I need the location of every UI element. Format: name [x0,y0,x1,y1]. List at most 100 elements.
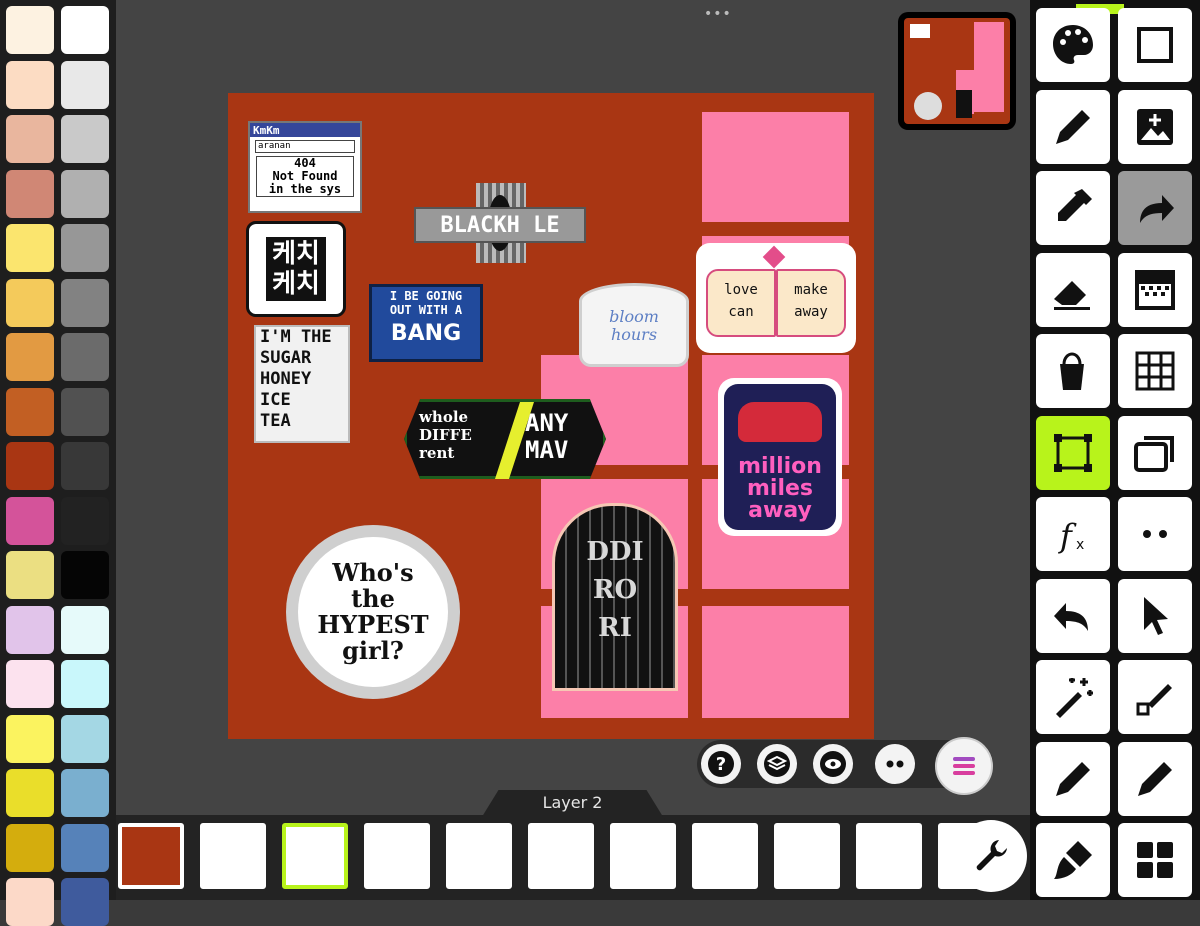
color-swatch[interactable] [61,115,109,163]
layer-thumbnail[interactable] [282,823,348,889]
color-swatch[interactable] [61,387,109,436]
color-swatch[interactable] [6,496,54,545]
color-swatch[interactable] [6,333,54,381]
color-swatch[interactable] [61,6,109,54]
color-swatch[interactable] [61,769,109,817]
color-swatch[interactable] [6,224,54,272]
color-swatch[interactable] [6,442,54,490]
visibility-button[interactable] [813,744,853,784]
svg-text:x: x [1076,537,1084,553]
color-swatch[interactable] [6,60,54,109]
color-swatch[interactable] [6,605,54,654]
rectangle-select-tool[interactable] [1118,8,1192,82]
bloom-text: bloom hours [609,307,659,344]
quick-actions-bar: ? [697,737,993,795]
color-swatch[interactable] [61,224,109,272]
layer-thumbnail[interactable] [610,823,676,889]
color-swatch[interactable] [61,333,109,381]
bucket-tool[interactable] [1036,334,1110,408]
color-swatch[interactable] [61,278,109,327]
color-swatch[interactable] [61,660,109,708]
car-icon [738,402,822,442]
undo-tool[interactable] [1036,578,1110,653]
color-swatch[interactable] [6,660,54,708]
color-swatch[interactable] [6,387,54,436]
color-swatch[interactable] [61,714,109,763]
more-tool[interactable] [1118,497,1192,571]
redo-tool[interactable] [1118,171,1192,245]
dither-tool[interactable] [1118,252,1192,327]
layer-thumbnail[interactable] [364,823,430,889]
window-message: 404 Not Found in the sys [256,156,354,197]
brush-icon [1054,841,1092,879]
add-image-icon [1137,108,1173,145]
pink-block [702,606,849,718]
help-button[interactable]: ? [701,744,741,784]
dither-icon [1135,269,1175,310]
eyedropper-tool[interactable] [1036,171,1110,245]
drawing-canvas[interactable]: KmKm aranan 404 Not Found in the sys 케치 … [228,93,874,739]
menu-button[interactable] [935,737,993,795]
tiles-tool[interactable] [1118,823,1192,897]
million-text: million miles away [738,454,822,523]
bloom-hours-sticker: bloom hours [579,283,689,367]
pen-alt-tool[interactable] [1118,741,1192,816]
undo-icon [1054,602,1088,631]
color-swatch[interactable] [6,714,54,763]
color-swatch[interactable] [61,169,109,218]
canvas-minimap[interactable] [898,12,1016,130]
color-swatch[interactable] [61,551,109,599]
color-swatch[interactable] [6,551,54,599]
layers-stack-icon [1134,435,1174,472]
transform-tool[interactable] [1036,415,1110,490]
more-button[interactable] [875,744,915,784]
layers-stack-tool[interactable] [1118,415,1192,490]
layers-button[interactable] [757,744,797,784]
pencil-icon [1056,109,1090,144]
color-swatch[interactable] [6,823,54,872]
color-swatch[interactable] [6,278,54,327]
million-miles-sticker: million miles away [718,378,842,536]
layer-thumbnail[interactable] [118,823,184,889]
color-swatch[interactable] [6,6,54,54]
layer-thumbnail[interactable] [528,823,594,889]
pointer-tool[interactable] [1118,578,1192,653]
color-swatch[interactable] [61,442,109,490]
blackhole-sticker: BLACKH LE [414,183,586,263]
palette-tool[interactable] [1036,8,1110,82]
color-palette [0,0,116,926]
eyedropper-icon [1058,189,1092,221]
color-swatch[interactable] [61,878,109,926]
line-icon [1136,684,1172,716]
transform-icon [1054,433,1092,472]
more-icon [886,760,904,768]
add-image-tool[interactable] [1118,89,1192,164]
color-swatch[interactable] [61,605,109,654]
color-swatch[interactable] [6,169,54,218]
palette-icon [1053,25,1093,64]
brush-tool[interactable] [1036,823,1110,897]
pen-tool[interactable] [1036,741,1110,816]
heart-icon [762,245,786,269]
eraser-tool[interactable] [1036,252,1110,327]
line-tool[interactable] [1118,660,1192,734]
color-swatch[interactable] [6,878,54,926]
function-tool[interactable]: fx [1036,497,1110,571]
layer-thumbnail[interactable] [856,823,922,889]
pencil-tool[interactable] [1036,89,1110,164]
grid-tool[interactable] [1118,334,1192,408]
gate-sticker: DDI RO RI [526,503,698,691]
color-swatch[interactable] [6,769,54,817]
layer-thumbnail[interactable] [200,823,266,889]
magic-wand-tool[interactable] [1036,660,1110,734]
color-swatch[interactable] [6,115,54,163]
layer-thumbnail[interactable] [446,823,512,889]
settings-button[interactable] [955,820,1027,892]
color-swatch[interactable] [61,496,109,545]
layer-thumbnail[interactable] [692,823,758,889]
layer-thumbnail[interactable] [774,823,840,889]
color-swatch[interactable] [61,823,109,872]
drag-handle-icon[interactable]: ••• [704,6,732,22]
current-layer-name[interactable]: Layer 2 [480,793,665,812]
color-swatch[interactable] [61,60,109,109]
